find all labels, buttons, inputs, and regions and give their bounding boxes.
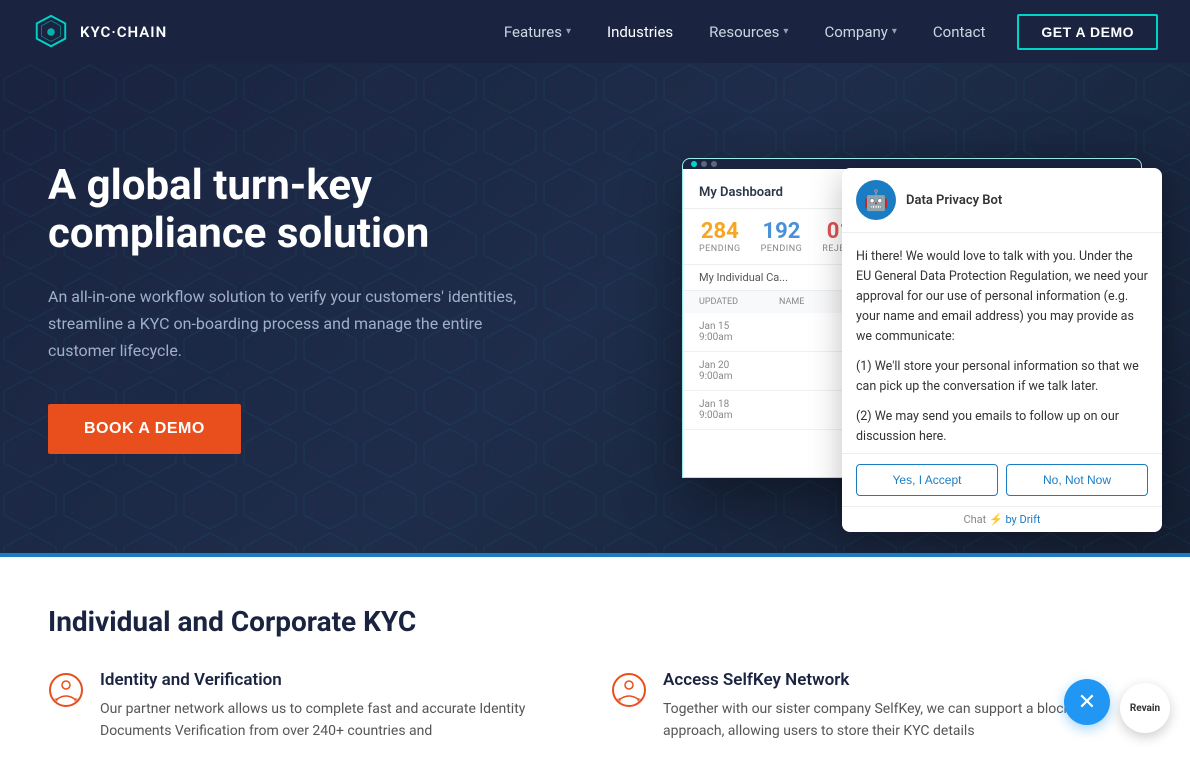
dash-dot-2 [701, 161, 707, 167]
identity-icon [48, 672, 84, 708]
logo-icon [32, 13, 70, 51]
book-demo-button[interactable]: BOOK A DEMO [48, 404, 241, 454]
selfkey-icon [611, 672, 647, 708]
stat-label-2: PENDING [761, 244, 803, 254]
feature-content-identity: Identity and Verification Our partner ne… [100, 670, 579, 743]
bot-avatar: 🤖 [856, 180, 896, 220]
chevron-down-icon: ▾ [892, 26, 897, 37]
stat-pending: 284 PENDING [699, 219, 741, 254]
nav-item-company[interactable]: Company ▾ [824, 23, 896, 41]
chatbot-header: 🤖 Data Privacy Bot [842, 168, 1162, 233]
lower-section: Individual and Corporate KYC Identity an… [0, 553, 1190, 775]
logo[interactable]: KYC·CHAIN [32, 13, 167, 51]
chat-decline-button[interactable]: No, Not Now [1006, 464, 1148, 496]
dash-title: My Dashboard [699, 185, 783, 200]
navbar: KYC·CHAIN Features ▾ Industries Resource… [0, 0, 1190, 63]
close-chat-button[interactable]: ✕ [1064, 679, 1110, 725]
chatbot-powered: Chat ⚡ by Drift [842, 506, 1162, 532]
chat-accept-button[interactable]: Yes, I Accept [856, 464, 998, 496]
features-grid: Identity and Verification Our partner ne… [48, 670, 1142, 743]
nav-item-resources[interactable]: Resources ▾ [709, 23, 788, 41]
feature-title-identity: Identity and Verification [100, 670, 579, 690]
hero-left: A global turn-key compliance solution An… [48, 162, 595, 454]
stat-label-1: PENDING [699, 244, 741, 254]
nav-links: Features ▾ Industries Resources ▾ Compan… [504, 23, 985, 41]
chatbot-greeting: Hi there! We would love to talk with you… [856, 247, 1148, 347]
hero-subtitle: An all-in-one workflow solution to verif… [48, 283, 528, 365]
chatbot-footer: Yes, I Accept No, Not Now [842, 453, 1162, 506]
revain-badge[interactable]: Revain [1120, 683, 1170, 733]
logo-text: KYC·CHAIN [80, 23, 167, 41]
feature-item-selfkey: Access SelfKey Network Together with our… [611, 670, 1142, 743]
feature-item-identity: Identity and Verification Our partner ne… [48, 670, 579, 743]
dash-dot-active [691, 161, 697, 167]
stat-pending-2: 192 PENDING [761, 219, 803, 254]
feature-desc-identity: Our partner network allows us to complet… [100, 698, 579, 743]
chatbot-overlay: 🤖 Data Privacy Bot Hi there! We would lo… [842, 168, 1162, 532]
chatbot-point2: (2) We may send you emails to follow up … [856, 407, 1148, 447]
nav-item-contact[interactable]: Contact [933, 23, 985, 41]
drift-link[interactable]: by Drift [1005, 513, 1040, 526]
chatbot-point1: (1) We'll store your personal informatio… [856, 357, 1148, 397]
chatbot-name: Data Privacy Bot [906, 193, 1002, 208]
chatbot-body[interactable]: Hi there! We would love to talk with you… [842, 233, 1162, 453]
hero-title: A global turn-key compliance solution [48, 162, 595, 259]
stat-num-2: 192 [761, 219, 803, 244]
section-title: Individual and Corporate KYC [48, 605, 1142, 638]
dash-dot-3 [711, 161, 717, 167]
nav-item-industries[interactable]: Industries [607, 23, 673, 41]
hero-right: My Dashboard 284 PENDING 192 PENDING 016… [595, 138, 1142, 478]
chevron-down-icon: ▾ [783, 26, 788, 37]
chevron-down-icon: ▾ [566, 26, 571, 37]
nav-item-features[interactable]: Features ▾ [504, 23, 571, 41]
get-demo-button[interactable]: GET A DEMO [1017, 14, 1158, 50]
hero-section: A global turn-key compliance solution An… [0, 63, 1190, 553]
revain-label: Revain [1130, 703, 1160, 714]
stat-num-1: 284 [699, 219, 741, 244]
